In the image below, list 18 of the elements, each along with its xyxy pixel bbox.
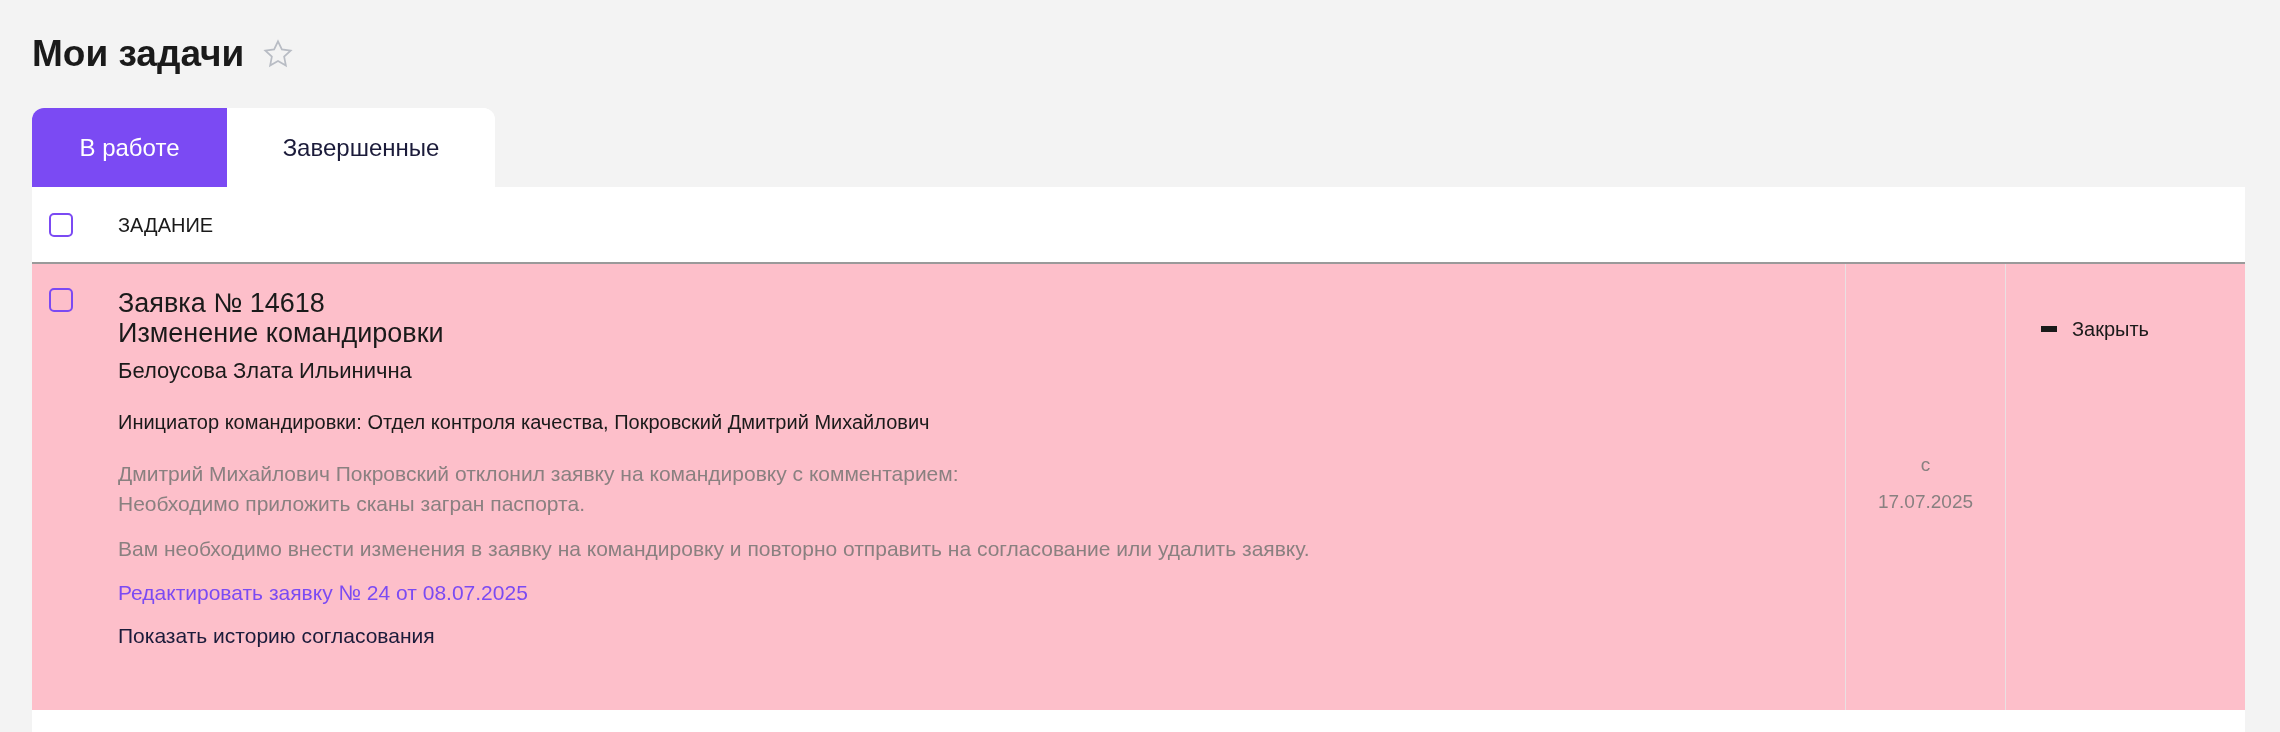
comment-text: Дмитрий Михайлович Покровский отклонил заявку на командировку с комментарием:	[118, 461, 960, 487]
page-title: Мои задачи	[32, 32, 245, 77]
checkbox[interactable]	[49, 212, 73, 237]
checkbox[interactable]	[49, 288, 73, 312]
date-prefix: с	[1920, 453, 1931, 477]
history-link[interactable]: Показать историю согласования	[118, 620, 435, 652]
column-header: ЗАДАНИЕ	[118, 212, 214, 238]
initiator-text: Инициатор командировки: Отдел контроля качества, Покровский Дмитрий Михайлович	[118, 410, 931, 435]
task-number: Заявка № 14618	[118, 288, 326, 318]
task-type: Изменение командировки	[118, 318, 445, 348]
employee-name: Белоусова Злата Ильинична	[118, 357, 413, 385]
tab[interactable]: В работе	[32, 108, 227, 187]
instruction-text: Вам необходимо внести изменения в заявку на командировку и повторно отправить на согласование или удалить заявку.	[118, 536, 1311, 562]
comment-text: Необходимо приложить сканы загран паспорта.	[118, 491, 586, 517]
date-text: 17.07.2025	[1877, 489, 1974, 514]
close-button[interactable]: Закрыть	[2041, 314, 2150, 344]
minus-icon	[2041, 326, 2057, 332]
star-icon[interactable]	[262, 38, 295, 70]
